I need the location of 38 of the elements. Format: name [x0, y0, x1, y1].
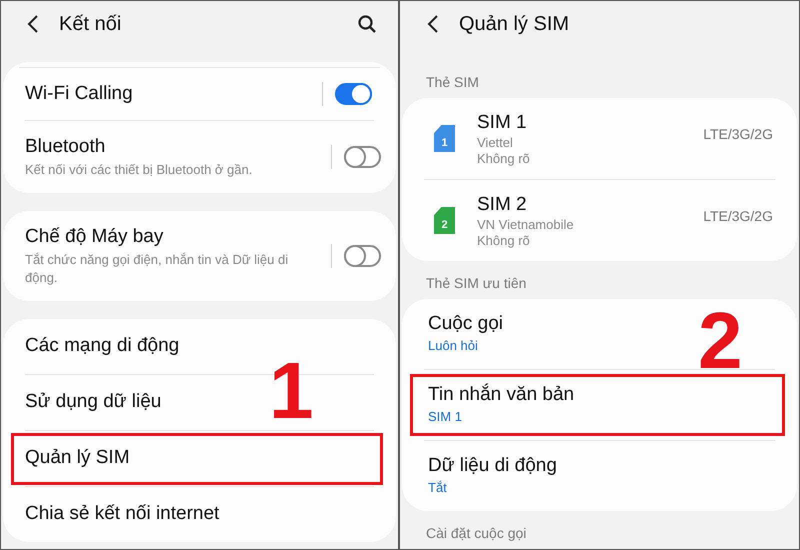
section-header: Cài đặt cuộc gọi	[425, 524, 528, 543]
menu-item-title[interactable]: Tin nhắn văn bản	[428, 383, 574, 407]
step-number: 1	[269, 351, 314, 431]
network-type: LTE/3G/2G	[703, 207, 773, 226]
section-header: Thẻ SIM ưu tiên	[425, 274, 528, 293]
section-header: Thẻ SIM	[425, 73, 480, 92]
sim-name: SIM 1	[477, 110, 528, 134]
toggle-switch[interactable]	[344, 245, 381, 267]
menu-item[interactable]: Chia sẻ kết nối internet	[25, 500, 220, 529]
back-icon[interactable]	[427, 14, 439, 32]
setting-title: Wi-Fi Calling	[25, 82, 133, 106]
sim-carrier: VN Vietnamobile	[477, 216, 575, 232]
menu-item-title[interactable]: Cuộc gọi	[428, 312, 503, 336]
menu-item-title[interactable]: Dữ liệu di động	[428, 454, 557, 478]
setting-title: Chế độ Máy bay	[25, 225, 164, 249]
menu-item[interactable]: Các mạng di động	[25, 332, 180, 361]
setting-title: Bluetooth	[25, 135, 106, 159]
toggle-switch[interactable]	[335, 83, 372, 105]
setting-description: Kết nối với các thiết bị Bluetooth ở gần.	[25, 161, 254, 179]
sim-slot-number: 2	[441, 219, 448, 231]
page-title: Kết nối	[59, 12, 122, 36]
sim-name: SIM 2	[477, 192, 528, 216]
menu-item-value: Tắt	[428, 479, 447, 497]
menu-item[interactable]: Sử dụng dữ liệu	[25, 388, 162, 417]
sim-carrier: Viettel	[477, 134, 514, 150]
menu-item-value: Luôn hỏi	[428, 337, 478, 355]
menu-item[interactable]: Quản lý SIM	[25, 444, 130, 473]
network-type: LTE/3G/2G	[703, 125, 773, 144]
toggle-switch[interactable]	[344, 146, 381, 168]
page-title: Quản lý SIM	[459, 12, 570, 36]
menu-item-value: SIM 1	[428, 408, 462, 426]
sim-status: Không rõ	[477, 232, 531, 248]
step-number: 2	[698, 301, 742, 381]
back-icon[interactable]	[27, 14, 39, 32]
search-icon[interactable]	[358, 14, 376, 32]
sim-slot-number: 1	[441, 137, 448, 149]
sim-status: Không rõ	[477, 150, 531, 166]
setting-description: Tắt chức năng gọi điện, nhắn tin và Dữ liệu di động.	[25, 251, 290, 287]
